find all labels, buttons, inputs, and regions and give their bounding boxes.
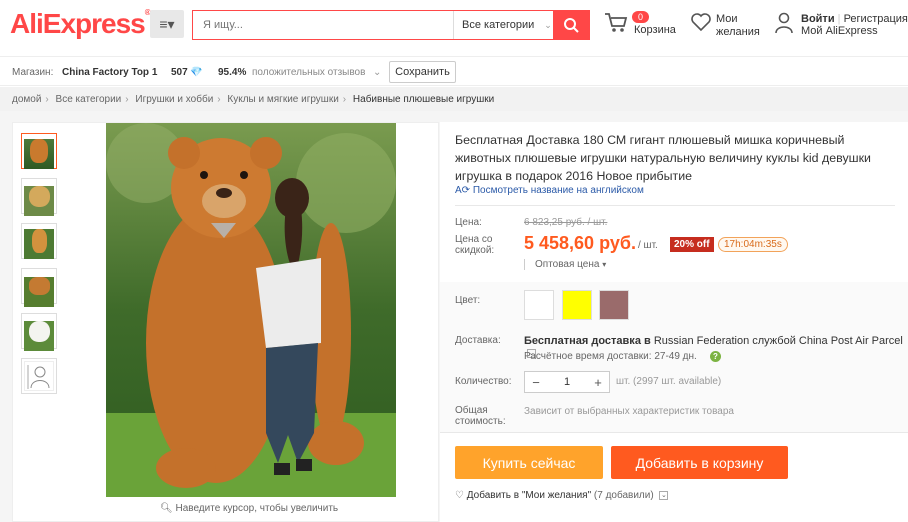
cart-label[interactable]: Корзина xyxy=(634,24,676,36)
shipping-free-text: Бесплатная доставка в xyxy=(524,335,651,347)
category-select-label: Все категории xyxy=(462,19,535,31)
countdown-timer: 17h:04m:35s xyxy=(718,237,788,252)
breadcrumb: домой › Все категории › Игрушки и хобби › К… xyxy=(0,87,908,111)
breadcrumb-item[interactable]: Куклы и мягкие игрушки xyxy=(227,94,338,105)
color-swatch-white[interactable] xyxy=(524,290,554,320)
magnifier-icon: 🔍︎ xyxy=(160,503,176,514)
divider xyxy=(440,432,908,433)
register-link[interactable]: Регистрация xyxy=(844,13,908,25)
heart-icon[interactable] xyxy=(690,12,712,32)
chevron-down-icon: ⌄ xyxy=(373,67,382,78)
total-label: Общая стоимость: xyxy=(455,405,506,427)
chevron-down-icon: ⌄ xyxy=(544,19,552,30)
thumbnail[interactable] xyxy=(21,223,57,259)
discount-price: 5 458,60 руб. xyxy=(524,233,636,253)
thumbnail[interactable] xyxy=(21,178,57,216)
decrease-button[interactable]: − xyxy=(525,375,547,390)
delivery-estimate: Расчётное время доставки: 27-49 дн. xyxy=(524,351,697,362)
save-store-button[interactable]: Сохранить xyxy=(389,61,456,83)
breadcrumb-current: Набивные плюшевые игрушки xyxy=(352,94,495,105)
thumbnail[interactable] xyxy=(21,268,57,307)
price-unit: / шт. xyxy=(638,240,658,251)
category-select[interactable]: Все категории ⌄ xyxy=(453,11,553,39)
wishlist-count: (7 добавили) xyxy=(593,490,654,501)
cart-count-badge: 0 xyxy=(632,11,650,23)
total-label-2: стоимость: xyxy=(455,416,506,427)
translate-icon: A⟳ xyxy=(455,185,471,196)
wholesale-price-toggle[interactable]: Оптовая цена ▾ xyxy=(524,259,606,270)
search-button[interactable] xyxy=(553,11,589,39)
chevron-down-icon[interactable]: ⌄ xyxy=(659,490,669,500)
shipping-method: Russian Federation службой China Post Ai… xyxy=(650,335,903,347)
buy-now-button[interactable]: Купить сейчас xyxy=(455,446,603,479)
store-bar: Магазин: China Factory Top 1 507 💎 95.4%… xyxy=(0,56,908,86)
zoom-hint: 🔍︎ Наведите курсор, чтобы увеличить xyxy=(160,503,338,514)
quantity-label: Количество: xyxy=(455,376,512,387)
product-main-image[interactable] xyxy=(106,123,396,497)
wishlist-label-2: желания xyxy=(716,26,760,38)
breadcrumb-item[interactable]: домой xyxy=(12,94,41,105)
increase-button[interactable]: + xyxy=(587,375,609,390)
discount-price-label-2: скидкой: xyxy=(455,245,495,256)
divider xyxy=(455,205,895,206)
quantity-input[interactable]: 1 xyxy=(547,376,587,388)
login-link[interactable]: Войти xyxy=(801,13,835,25)
store-score: 507 xyxy=(171,67,188,78)
discount-badge: 20% off xyxy=(670,237,714,252)
wishlist-label-1: Мои xyxy=(716,13,738,25)
color-swatch-yellow[interactable] xyxy=(562,290,592,320)
user-icon[interactable] xyxy=(774,12,794,34)
breadcrumb-item[interactable]: Игрушки и хобби xyxy=(135,94,213,105)
feedback-percent: 95.4% xyxy=(218,67,247,78)
categories-menu-button[interactable]: ≡▾ xyxy=(150,10,184,38)
account-links: Войти | Регистрация xyxy=(801,13,908,25)
thumbnail[interactable] xyxy=(21,133,57,169)
store-label: Магазин: xyxy=(12,67,54,78)
store-name[interactable]: China Factory Top 1 xyxy=(62,67,157,78)
original-price: 6 823,25 руб. / шт. xyxy=(524,217,608,228)
thumbnail[interactable] xyxy=(21,358,57,394)
quantity-stepper: − 1 + xyxy=(524,371,610,393)
search-bar: Все категории ⌄ xyxy=(192,10,590,40)
quantity-available: шт. (2997 шт. available) xyxy=(616,376,722,387)
help-icon[interactable]: ? xyxy=(710,351,721,362)
wholesale-price-label: Оптовая цена xyxy=(535,259,600,270)
total-price-note: Зависит от выбранных характеристик товар… xyxy=(524,406,734,417)
discount-price-label: Цена со скидкой: xyxy=(455,234,494,256)
wishlist-link[interactable]: Мои желания xyxy=(716,13,760,39)
aliexpress-logo[interactable]: AliExpress® xyxy=(10,8,151,40)
price-label: Цена: xyxy=(455,217,482,228)
translate-link-text: Посмотреть название на английском xyxy=(472,185,644,196)
total-label-1: Общая xyxy=(455,405,488,416)
cart-icon[interactable] xyxy=(604,12,628,34)
heart-plus-icon: ♡ xyxy=(455,490,464,501)
my-aliexpress-link[interactable]: Мой AliExpress xyxy=(801,25,878,37)
hamburger-icon: ≡▾ xyxy=(159,15,175,32)
search-input[interactable] xyxy=(193,11,453,39)
discount-price-label-1: Цена со xyxy=(455,234,493,245)
breadcrumb-item[interactable]: Все категории xyxy=(56,94,122,105)
shipping-label: Доставка: xyxy=(455,335,501,346)
add-to-wishlist-text: Добавить в "Мои желания" xyxy=(466,490,592,501)
caret-down-icon: ▾ xyxy=(602,260,607,269)
translate-title-link[interactable]: A⟳ Посмотреть название на английском xyxy=(455,185,644,196)
add-to-cart-button[interactable]: Добавить в корзину xyxy=(611,446,788,479)
color-swatch-brown[interactable] xyxy=(599,290,629,320)
search-icon xyxy=(564,18,579,33)
color-label: Цвет: xyxy=(455,295,481,306)
diamond-icon: 💎 xyxy=(190,67,203,78)
zoom-hint-text: Наведите курсор, чтобы увеличить xyxy=(175,503,339,514)
feedback-label[interactable]: положительных отзывов xyxy=(252,67,365,78)
add-to-wishlist-link[interactable]: ♡ Добавить в "Мои желания" (7 добавили) … xyxy=(455,490,669,501)
product-title: Бесплатная Доставка 180 СМ гигант плюшев… xyxy=(455,133,871,183)
thumbnail[interactable] xyxy=(21,313,57,351)
